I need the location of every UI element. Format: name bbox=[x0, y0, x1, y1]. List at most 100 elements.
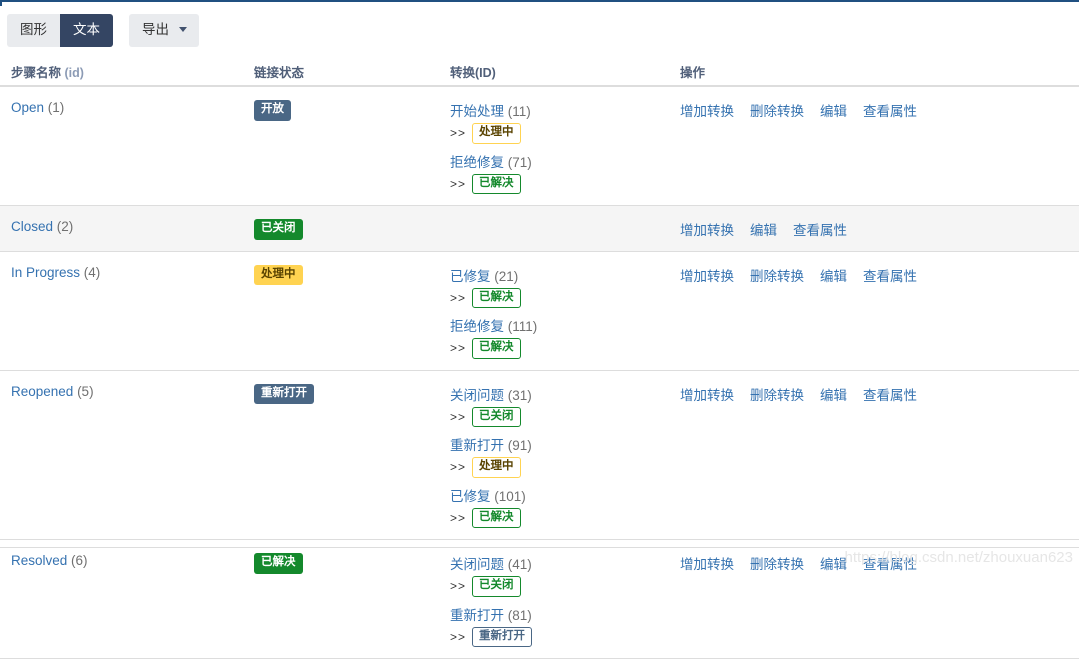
export-button[interactable]: 导出 bbox=[129, 14, 199, 47]
double-arrow-icon: >> bbox=[450, 579, 467, 594]
diagram-view-button[interactable]: 图形 bbox=[7, 14, 60, 47]
cell-operations: 增加转换 删除转换 编辑 查看属性 bbox=[680, 265, 1079, 359]
operation-link[interactable]: 增加转换 bbox=[680, 265, 734, 285]
operation-link[interactable]: 增加转换 bbox=[680, 100, 734, 120]
transition-id-text: (81) bbox=[504, 607, 532, 623]
double-arrow-icon: >> bbox=[450, 341, 467, 356]
operation-link[interactable]: 编辑 bbox=[820, 265, 847, 285]
operation-link[interactable]: 删除转换 bbox=[750, 100, 804, 120]
transition-entry: 拒绝修复 (71) bbox=[450, 151, 680, 171]
table-row: Closed (2) 已关闭 增加转换 编辑 查看属性 bbox=[0, 206, 1079, 252]
top-border-rule-cap bbox=[0, 0, 2, 6]
cell-transitions bbox=[450, 219, 680, 240]
step-name-link[interactable]: In Progress bbox=[11, 265, 80, 280]
transition-link[interactable]: 关闭问题 bbox=[450, 388, 504, 403]
step-id-text: (2) bbox=[53, 219, 74, 234]
double-arrow-icon: >> bbox=[450, 290, 467, 305]
transition-entry: 开始处理 (11) bbox=[450, 100, 680, 120]
operation-link[interactable]: 删除转换 bbox=[750, 265, 804, 285]
operation-link[interactable]: 查看属性 bbox=[863, 100, 917, 120]
operation-link[interactable]: 编辑 bbox=[820, 384, 847, 404]
transition-link[interactable]: 已修复 bbox=[450, 269, 491, 284]
workflow-steps-table: 步骤名称 (id) 链接状态 转换(ID) 操作 Open (1) 开放 开始处理 … bbox=[0, 58, 1079, 659]
transition-link[interactable]: 重新打开 bbox=[450, 608, 504, 623]
transition-target-badge: 处理中 bbox=[472, 457, 521, 478]
operation-link[interactable]: 查看属性 bbox=[793, 219, 847, 239]
transition-target-row: >> 已解决 bbox=[450, 173, 680, 194]
cell-step-name: Open (1) bbox=[0, 100, 254, 194]
step-name-link[interactable]: Resolved bbox=[11, 553, 67, 568]
table-row: In Progress (4) 处理中 已修复 (21) >> 已解决 拒绝修复 (111… bbox=[0, 252, 1079, 371]
cell-operations: 增加转换 编辑 查看属性 bbox=[680, 219, 1079, 240]
cell-linked-status: 开放 bbox=[254, 100, 450, 194]
transition-target-row: >> 已解决 bbox=[450, 338, 680, 359]
transition-target-row: >> 处理中 bbox=[450, 457, 680, 478]
chevron-down-icon bbox=[179, 27, 187, 33]
transition-target-badge: 已解决 bbox=[472, 287, 521, 308]
transition-entry: 已修复 (101) bbox=[450, 485, 680, 505]
cell-linked-status: 已解决 bbox=[254, 553, 450, 647]
step-id-text: (5) bbox=[73, 383, 94, 399]
double-arrow-icon: >> bbox=[450, 176, 467, 191]
step-name-link[interactable]: Reopened bbox=[11, 384, 73, 399]
status-badge: 处理中 bbox=[254, 264, 303, 285]
transition-link[interactable]: 拒绝修复 bbox=[450, 319, 504, 334]
transition-entry: 重新打开 (91) bbox=[450, 434, 680, 454]
text-view-button[interactable]: 文本 bbox=[60, 14, 113, 47]
step-name-link[interactable]: Open bbox=[11, 100, 44, 115]
transition-target-badge: 已解决 bbox=[472, 338, 521, 359]
transition-link[interactable]: 开始处理 bbox=[450, 104, 504, 119]
operation-link[interactable]: 编辑 bbox=[820, 100, 847, 120]
transition-target-row: >> 已关闭 bbox=[450, 406, 680, 427]
header-step-name: 步骤名称 (id) bbox=[0, 62, 254, 81]
export-button-label: 导出 bbox=[142, 22, 169, 37]
operation-link[interactable]: 增加转换 bbox=[680, 553, 734, 573]
transition-entry: 关闭问题 (31) bbox=[450, 384, 680, 404]
status-badge: 开放 bbox=[254, 100, 291, 121]
transition-target-row: >> 重新打开 bbox=[450, 626, 680, 647]
cell-operations: 增加转换 删除转换 编辑 查看属性 bbox=[680, 100, 1079, 194]
transition-target-row: >> 处理中 bbox=[450, 123, 680, 144]
transition-id-text: (21) bbox=[490, 268, 519, 284]
status-badge: 已解决 bbox=[254, 553, 303, 574]
header-transitions: 转换(ID) bbox=[450, 66, 496, 80]
cell-transitions: 开始处理 (11) >> 处理中 拒绝修复 (71) >> 已解决 bbox=[450, 100, 680, 194]
operation-link[interactable]: 编辑 bbox=[820, 553, 847, 573]
view-mode-button-group: 图形 文本 bbox=[7, 14, 113, 47]
cell-step-name: Closed (2) bbox=[0, 219, 254, 240]
double-arrow-icon: >> bbox=[450, 126, 467, 141]
operation-link[interactable]: 删除转换 bbox=[750, 553, 804, 573]
table-body: Open (1) 开放 开始处理 (11) >> 处理中 拒绝修复 (71) >> 已解决 增加… bbox=[0, 87, 1079, 659]
operations-links: 增加转换 删除转换 编辑 查看属性 bbox=[680, 100, 1079, 120]
cell-step-name: Reopened (5) bbox=[0, 384, 254, 529]
cell-transitions: 已修复 (21) >> 已解决 拒绝修复 (111) >> 已解决 bbox=[450, 265, 680, 359]
cell-transitions: 关闭问题 (41) >> 已关闭 重新打开 (81) >> 重新打开 bbox=[450, 553, 680, 647]
operations-links: 增加转换 编辑 查看属性 bbox=[680, 219, 1079, 239]
cell-operations: 增加转换 删除转换 编辑 查看属性 bbox=[680, 384, 1079, 529]
header-operations: 操作 bbox=[680, 66, 706, 80]
transition-target-row: >> 已解决 bbox=[450, 507, 680, 528]
status-badge: 重新打开 bbox=[254, 383, 314, 404]
transition-id-text: (91) bbox=[504, 438, 532, 453]
operation-link[interactable]: 查看属性 bbox=[863, 384, 917, 404]
transition-entry: 已修复 (21) bbox=[450, 265, 680, 285]
transition-link[interactable]: 已修复 bbox=[450, 489, 491, 504]
transition-link[interactable]: 拒绝修复 bbox=[450, 155, 504, 170]
operation-link[interactable]: 删除转换 bbox=[750, 384, 804, 404]
table-row: Reopened (5) 重新打开 关闭问题 (31) >> 已关闭 重新打开 (91) >… bbox=[0, 371, 1079, 540]
transition-id-text: (71) bbox=[504, 154, 532, 170]
cell-transitions: 关闭问题 (31) >> 已关闭重新打开 (91) >> 处理中已修复 (101) >> 已… bbox=[450, 384, 680, 528]
operation-link[interactable]: 增加转换 bbox=[680, 219, 734, 239]
operation-link[interactable]: 编辑 bbox=[750, 219, 777, 239]
step-name-link[interactable]: Closed bbox=[11, 219, 53, 234]
transition-entry: 关闭问题 (41) bbox=[450, 553, 680, 573]
cell-step-name: In Progress (4) bbox=[0, 265, 254, 359]
transition-target-badge: 已关闭 bbox=[472, 406, 521, 427]
top-border-rule bbox=[0, 0, 1079, 2]
transition-id-text: (111) bbox=[504, 319, 538, 334]
cell-operations: 增加转换 删除转换 编辑 查看属性 bbox=[680, 553, 1079, 647]
operation-link[interactable]: 增加转换 bbox=[680, 384, 734, 404]
transition-link[interactable]: 重新打开 bbox=[450, 438, 504, 453]
table-row: Open (1) 开放 开始处理 (11) >> 处理中 拒绝修复 (71) >> 已解决 增加… bbox=[0, 87, 1079, 206]
operation-link[interactable]: 查看属性 bbox=[863, 265, 917, 285]
